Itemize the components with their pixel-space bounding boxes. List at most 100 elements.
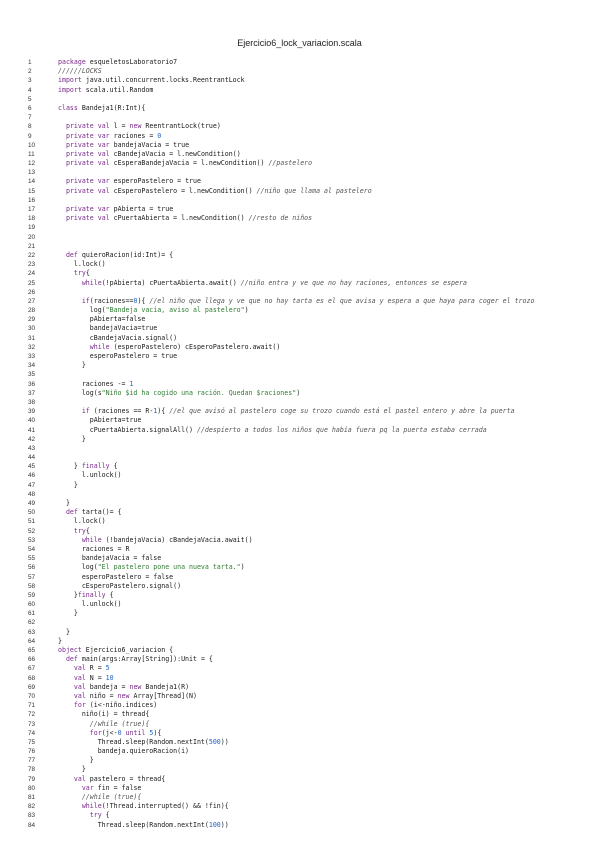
line-number: 12 — [28, 160, 36, 168]
code-line: 29 pAbierta=false — [0, 315, 599, 324]
line-number: 74 — [28, 729, 36, 737]
line-number: 45 — [28, 463, 36, 471]
code-line: 49 } — [0, 499, 599, 508]
code-line: 3 import java.util.concurrent.locks.Reent… — [0, 76, 599, 85]
line-number: 61 — [28, 610, 36, 618]
code-text: private val cBandejaVacia = l.newConditi… — [65, 149, 241, 158]
line-number: 37 — [28, 389, 36, 397]
line-number: 32 — [28, 343, 36, 351]
code-line: 31 cBandejaVacia.signal() — [0, 334, 599, 343]
code-line: 15 private val cEsperoPastelero = l.newC… — [0, 187, 599, 196]
line-number: 31 — [28, 334, 36, 342]
line-number: 76 — [28, 748, 36, 756]
line-number: 17 — [28, 206, 36, 213]
code-text: bandeja.quieroRacion(i) — [58, 747, 190, 756]
code-line: 69 val bandeja = new Bandeja1(R) — [0, 683, 599, 692]
line-number: 8 — [28, 123, 32, 131]
code-line: 83 try { — [0, 811, 599, 820]
line-number: 51 — [28, 518, 36, 526]
line-number: 22 — [28, 251, 36, 259]
code-text: private val l = new ReentrantLock(true) — [65, 122, 221, 131]
code-line: 65 object Ejercicio6_variacion { — [0, 646, 599, 655]
code-line: 21 — [0, 242, 599, 251]
code-line: 63 } — [0, 628, 599, 637]
code-text: l.unlock() — [58, 471, 122, 480]
code-line: 25 while(!pAbierta) cPuertaAbierta.await… — [0, 279, 599, 288]
code-text: log(s"Niño $id ha cogido una ración. Que… — [58, 388, 301, 397]
code-line: 6 class Bandeja1(R:Int){ — [0, 104, 599, 113]
code-text: class Bandeja1(R:Int){ — [58, 103, 146, 112]
code-text: var fin = false — [81, 783, 142, 792]
line-number: 41 — [28, 426, 36, 434]
line-number: 52 — [28, 527, 36, 535]
line-number: 5 — [28, 95, 32, 103]
code-line: 10 private var bandejaVacia = true — [0, 141, 599, 150]
code-line: 78 } — [0, 765, 599, 774]
code-text: private val cPuertaAbierta = l.newCondit… — [65, 214, 313, 223]
line-number: 56 — [28, 564, 36, 572]
line-number: 55 — [28, 555, 36, 563]
line-number: 25 — [28, 279, 36, 287]
line-number: 78 — [28, 766, 36, 774]
code-text: } — [58, 499, 70, 507]
line-number: 64 — [28, 637, 36, 645]
code-line: 27 if(raciones==0){ //el niño que llega … — [0, 297, 599, 306]
line-number: 69 — [28, 683, 36, 691]
code-text: bandejaVacia=true — [58, 324, 158, 333]
code-line: 45 } finally { — [0, 462, 599, 471]
code-line: 11 private val cBandejaVacia = l.newCond… — [0, 150, 599, 159]
line-number: 80 — [28, 784, 36, 792]
line-number: 66 — [28, 656, 36, 664]
code-line: 14 private var esperoPastelero = true — [0, 177, 599, 186]
code-text: while(!Thread.interrupted() && !fin){ — [81, 802, 229, 811]
code-line: 68 val N = 10 — [0, 674, 599, 683]
code-text: private var pAbierta = true — [65, 205, 174, 213]
line-number: 35 — [28, 371, 36, 379]
code-text: Thread.sleep(Random.nextInt(100)) — [58, 820, 229, 829]
line-number: 67 — [28, 665, 36, 673]
line-number: 19 — [28, 224, 36, 232]
line-number: 43 — [28, 444, 36, 452]
line-number: 75 — [28, 738, 36, 746]
line-number: 53 — [28, 536, 36, 544]
line-number: 54 — [28, 545, 36, 553]
line-number: 33 — [28, 353, 36, 360]
line-number: 70 — [28, 692, 36, 700]
code-line: 5 — [0, 95, 599, 104]
code-line: 43 — [0, 444, 599, 453]
line-number: 26 — [28, 288, 36, 296]
code-line: 20 — [0, 233, 599, 242]
code-line: 81 //while (true){ — [0, 793, 599, 802]
line-number: 24 — [28, 270, 36, 278]
code-line: 52 try{ — [0, 527, 599, 536]
code-line: 28 log("Bandeja vacía, aviso al pasteler… — [0, 306, 599, 315]
code-line: 46 l.unlock() — [0, 471, 599, 480]
line-number: 11 — [28, 150, 35, 158]
line-number: 36 — [28, 380, 36, 388]
line-number: 27 — [28, 297, 36, 305]
line-number: 47 — [28, 481, 36, 489]
code-text: l.lock() — [58, 517, 106, 526]
code-line: 44 — [0, 453, 599, 462]
code-line: 37 log(s"Niño $id ha cogido una ración. … — [0, 389, 599, 398]
code-text: try { — [89, 811, 110, 820]
code-line: 56 log("El pastelero pone una nueva tart… — [0, 563, 599, 572]
line-number: 4 — [28, 86, 32, 94]
line-number: 57 — [28, 573, 36, 581]
line-number: 59 — [28, 591, 36, 599]
code-text: } — [58, 434, 86, 443]
code-line: 4 import scala.util.Random — [0, 86, 599, 95]
code-text: try{ — [73, 269, 90, 278]
code-line: 7 — [0, 113, 599, 122]
code-text: niño(i) = thread{ — [58, 710, 150, 719]
code-line: 1 package esqueletosLaboratorio7 — [0, 58, 599, 67]
code-line: 30 bandejaVacia=true — [0, 324, 599, 333]
line-number: 46 — [28, 472, 36, 480]
code-text: } — [58, 627, 70, 636]
code-line: 57 esperoPastelero = false — [0, 573, 599, 582]
line-number: 3 — [28, 77, 32, 85]
code-text: private var bandejaVacia = true — [65, 140, 190, 149]
code-line: 12 private val cEsperaBandejaVacia = l.n… — [0, 159, 599, 168]
code-text: } — [58, 480, 78, 489]
code-line: 79 val pastelero = thread{ — [0, 775, 599, 784]
